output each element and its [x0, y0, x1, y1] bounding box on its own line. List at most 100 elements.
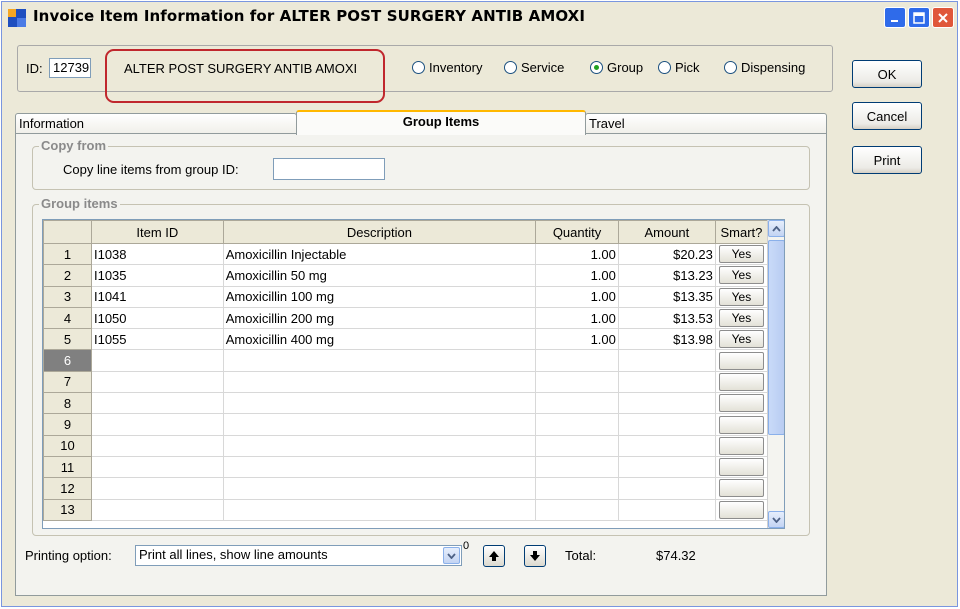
- description-header[interactable]: Description: [222, 220, 537, 244]
- printing-option-select[interactable]: Print all lines, show line amounts: [135, 545, 462, 566]
- item-id-cell[interactable]: [90, 477, 224, 500]
- description-cell[interactable]: [222, 455, 537, 479]
- amount-cell[interactable]: $13.35: [617, 285, 716, 308]
- table-row[interactable]: 10: [43, 434, 769, 457]
- row-number-cell[interactable]: 7: [43, 370, 92, 394]
- smart-toggle-button[interactable]: [718, 500, 764, 519]
- amount-cell[interactable]: [617, 498, 716, 521]
- row-number-cell[interactable]: 9: [43, 413, 92, 436]
- scroll-down-button[interactable]: [768, 511, 784, 528]
- smart-toggle-button[interactable]: Yes: [718, 266, 764, 285]
- quantity-cell[interactable]: [535, 477, 619, 500]
- amount-cell[interactable]: [617, 455, 716, 479]
- row-number-cell[interactable]: 6: [43, 349, 92, 372]
- close-button[interactable]: [932, 7, 954, 28]
- amount-cell[interactable]: [617, 392, 716, 415]
- description-cell[interactable]: [222, 392, 537, 415]
- quantity-cell[interactable]: 1.00: [535, 328, 619, 351]
- item-id-cell[interactable]: [90, 434, 224, 457]
- copy-group-id-input[interactable]: [273, 158, 385, 180]
- smart-cell[interactable]: [714, 392, 769, 415]
- row-number-cell[interactable]: 2: [43, 264, 92, 287]
- smart-cell[interactable]: [714, 413, 769, 436]
- description-cell[interactable]: [222, 413, 537, 436]
- table-row[interactable]: 5 I1055 Amoxicillin 400 mg 1.00 $13.98 Yes: [43, 328, 769, 351]
- quantity-header[interactable]: Quantity: [535, 220, 619, 244]
- row-number-cell[interactable]: 8: [43, 392, 92, 415]
- tab-group-items[interactable]: Group Items: [296, 110, 586, 135]
- smart-cell[interactable]: Yes: [714, 328, 769, 351]
- smart-cell[interactable]: Yes: [714, 306, 769, 330]
- description-cell[interactable]: [222, 434, 537, 457]
- quantity-cell[interactable]: 1.00: [535, 242, 619, 266]
- scroll-up-button[interactable]: [768, 220, 784, 237]
- row-number-cell[interactable]: 4: [43, 306, 92, 330]
- move-down-button[interactable]: [524, 545, 546, 567]
- smart-toggle-button[interactable]: [718, 372, 764, 391]
- type-radio-service[interactable]: Service: [504, 60, 564, 75]
- quantity-cell[interactable]: [535, 434, 619, 457]
- smart-toggle-button[interactable]: Yes: [718, 245, 764, 264]
- amount-cell[interactable]: $13.98: [617, 328, 716, 351]
- smart-cell[interactable]: [714, 349, 769, 372]
- table-row[interactable]: 2 I1035 Amoxicillin 50 mg 1.00 $13.23 Yes: [43, 264, 769, 287]
- amount-cell[interactable]: [617, 477, 716, 500]
- quantity-cell[interactable]: [535, 349, 619, 372]
- item-id-cell[interactable]: I1038: [90, 242, 224, 266]
- move-up-button[interactable]: [483, 545, 505, 567]
- amount-cell[interactable]: $13.23: [617, 264, 716, 287]
- smart-toggle-button[interactable]: Yes: [718, 309, 764, 328]
- quantity-cell[interactable]: 1.00: [535, 306, 619, 330]
- amount-cell[interactable]: [617, 349, 716, 372]
- type-radio-pick[interactable]: Pick: [658, 60, 700, 75]
- table-row[interactable]: 7: [43, 370, 769, 394]
- table-row[interactable]: 9: [43, 413, 769, 436]
- item-id-cell[interactable]: I1050: [90, 306, 224, 330]
- smart-cell[interactable]: Yes: [714, 264, 769, 287]
- smart-toggle-button[interactable]: [718, 479, 764, 498]
- smart-toggle-button[interactable]: Yes: [718, 287, 764, 306]
- smart-toggle-button[interactable]: [718, 394, 764, 413]
- item-id-cell[interactable]: [90, 349, 224, 372]
- quantity-cell[interactable]: [535, 370, 619, 394]
- table-row[interactable]: 11: [43, 455, 769, 479]
- table-row[interactable]: 4 I1050 Amoxicillin 200 mg 1.00 $13.53 Yes: [43, 306, 769, 330]
- description-cell[interactable]: Amoxicillin 400 mg: [222, 328, 537, 351]
- id-field[interactable]: 12739: [49, 58, 91, 78]
- minimize-button[interactable]: [884, 7, 906, 28]
- quantity-cell[interactable]: [535, 413, 619, 436]
- maximize-button[interactable]: [908, 7, 930, 28]
- description-cell[interactable]: Amoxicillin Injectable: [222, 242, 537, 266]
- smart-cell[interactable]: [714, 455, 769, 479]
- item-id-header[interactable]: Item ID: [90, 220, 224, 244]
- amount-cell[interactable]: [617, 370, 716, 394]
- item-id-cell[interactable]: [90, 392, 224, 415]
- item-id-cell[interactable]: [90, 498, 224, 521]
- smart-toggle-button[interactable]: [718, 458, 764, 477]
- table-row[interactable]: 8: [43, 392, 769, 415]
- title-bar[interactable]: Invoice Item Information for ALTER POST …: [2, 2, 957, 32]
- table-row[interactable]: 12: [43, 477, 769, 500]
- tab-information[interactable]: Information: [15, 113, 297, 134]
- amount-cell[interactable]: [617, 434, 716, 457]
- table-row[interactable]: 3 I1041 Amoxicillin 100 mg 1.00 $13.35 Yes: [43, 285, 769, 308]
- description-cell[interactable]: Amoxicillin 50 mg: [222, 264, 537, 287]
- row-number-cell[interactable]: 12: [43, 477, 92, 500]
- smart-cell[interactable]: [714, 434, 769, 457]
- description-cell[interactable]: [222, 477, 537, 500]
- item-id-cell[interactable]: I1055: [90, 328, 224, 351]
- cancel-button[interactable]: Cancel: [852, 102, 922, 130]
- row-number-cell[interactable]: 13: [43, 498, 92, 521]
- item-id-cell[interactable]: [90, 455, 224, 479]
- amount-cell[interactable]: [617, 413, 716, 436]
- scroll-thumb[interactable]: [768, 240, 784, 435]
- item-id-cell[interactable]: I1041: [90, 285, 224, 308]
- quantity-cell[interactable]: [535, 455, 619, 479]
- ok-button[interactable]: OK: [852, 60, 922, 88]
- dropdown-button[interactable]: [443, 547, 460, 564]
- quantity-cell[interactable]: 1.00: [535, 285, 619, 308]
- row-number-cell[interactable]: 10: [43, 434, 92, 457]
- smart-cell[interactable]: [714, 498, 769, 521]
- type-radio-dispensing[interactable]: Dispensing: [724, 60, 805, 75]
- description-cell[interactable]: [222, 498, 537, 521]
